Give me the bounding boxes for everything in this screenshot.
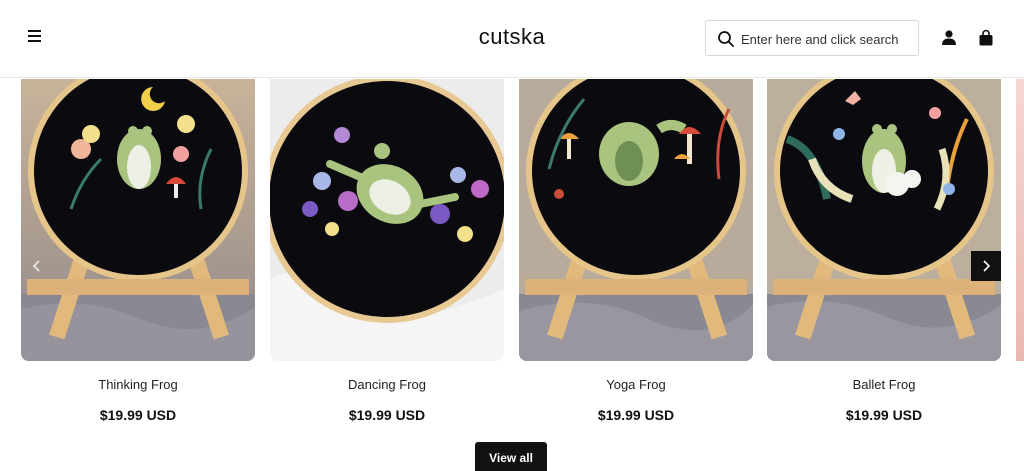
menu-icon[interactable] [28,30,44,46]
search-box[interactable] [705,20,919,56]
product-image[interactable] [767,79,1001,361]
product-image[interactable] [270,79,504,361]
next-product-peek [1016,79,1024,361]
search-icon[interactable] [717,30,735,48]
carousel-prev-button[interactable] [22,251,52,281]
product-title[interactable]: Dancing Frog [270,377,504,392]
search-input[interactable] [741,29,913,49]
carousel-next-button[interactable] [971,251,1001,281]
site-logo[interactable]: cutska [479,24,546,49]
product-price: $19.99 USD [99,407,177,423]
product-image[interactable] [519,79,753,361]
view-all-button[interactable]: View all [475,442,547,471]
product-image[interactable] [21,79,255,361]
product-price: $19.99 USD [348,407,426,423]
product-carousel: Thinking Frog $19.99 USD Dancing Frog $1… [0,79,1024,423]
product-title[interactable]: Ballet Frog [767,377,1001,392]
user-icon[interactable] [940,29,958,47]
product-price: $19.99 USD [597,407,675,423]
chevron-right-icon [983,260,991,272]
bag-icon[interactable] [977,29,995,47]
site-header: cutska [0,0,1024,78]
product-price: $19.99 USD [845,407,923,423]
product-title[interactable]: Thinking Frog [21,377,255,392]
chevron-left-icon [32,260,40,272]
product-title[interactable]: Yoga Frog [519,377,753,392]
